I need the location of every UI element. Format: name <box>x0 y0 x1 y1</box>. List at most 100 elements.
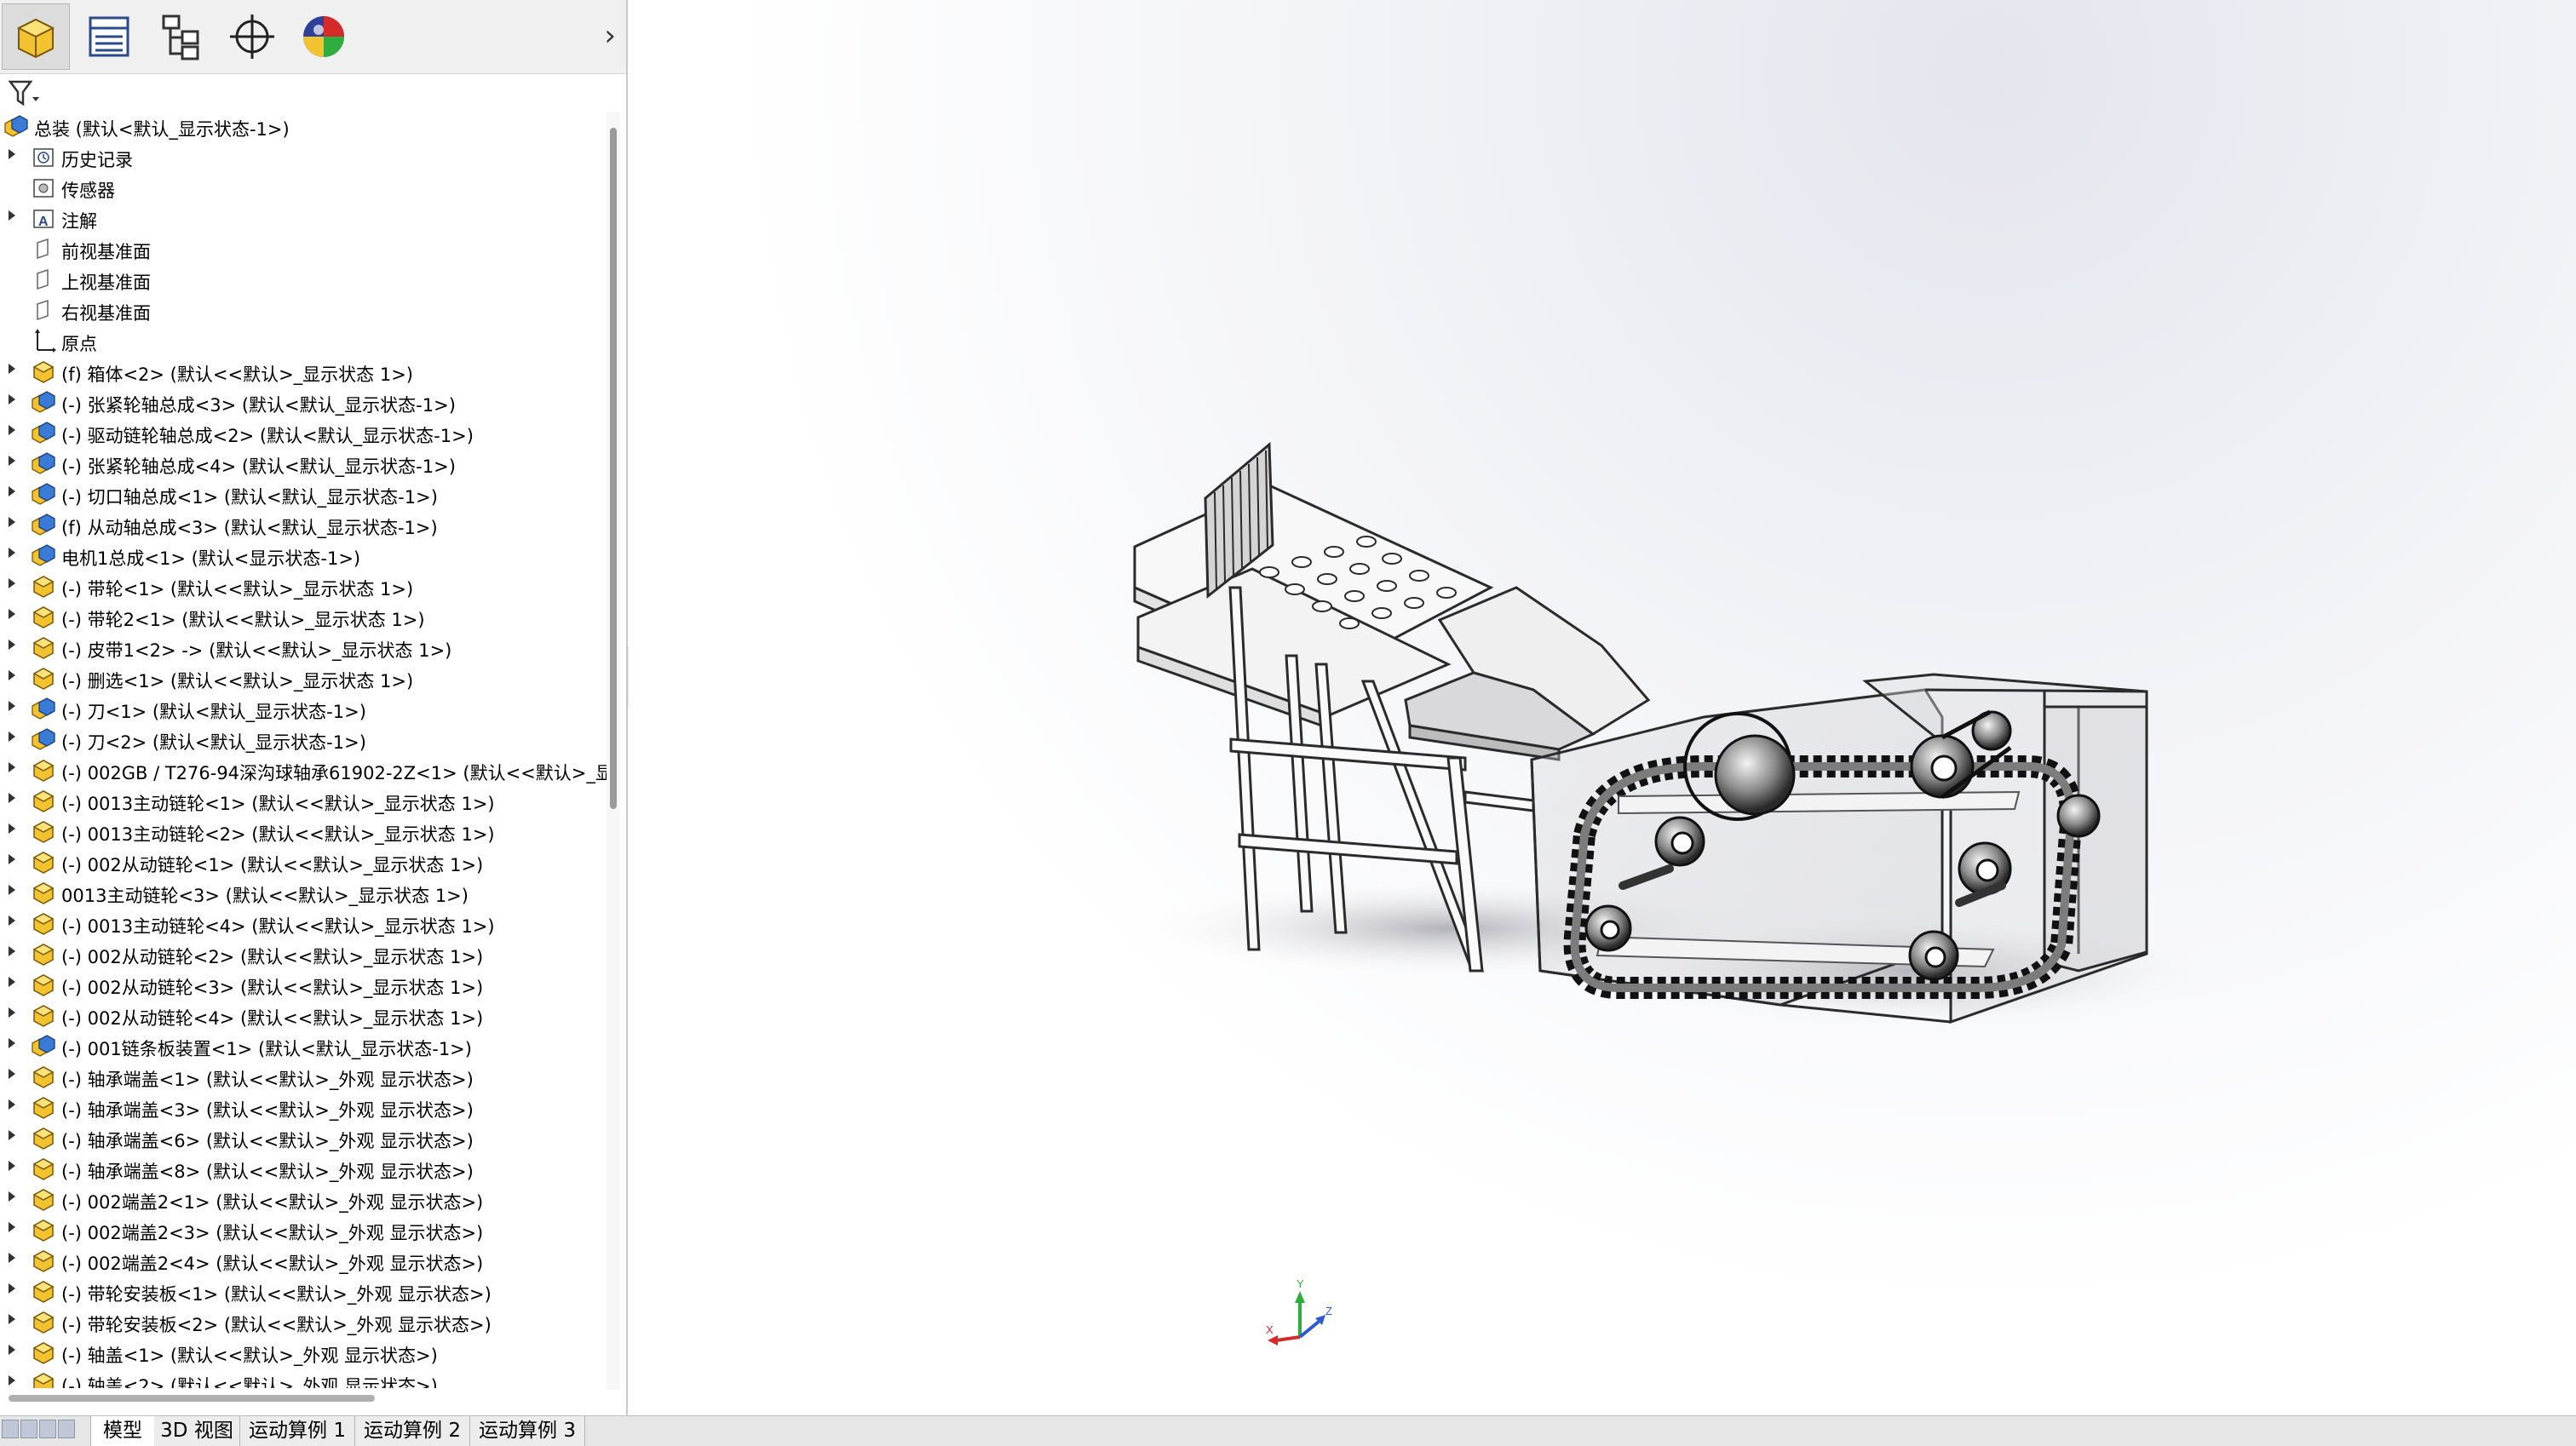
expand-triangle-icon[interactable] <box>9 1345 15 1355</box>
tree-item[interactable]: (-) 刀<1> (默认<默认_显示状态-1>) <box>0 693 607 724</box>
tree-item[interactable]: (-) 轴承端盖<6> (默认<<默认>_外观 显示状态>) <box>0 1122 607 1153</box>
tree-item[interactable]: (-) 皮带1<2> -> (默认<<默认>_显示状态 1>) <box>0 632 607 663</box>
expand-triangle-icon[interactable] <box>9 1283 15 1294</box>
tree-item[interactable]: (-) 002端盖2<4> (默认<<默认>_外观 显示状态>) <box>0 1245 607 1276</box>
prev-tab-button[interactable] <box>20 1420 37 1438</box>
expand-triangle-icon[interactable] <box>9 1007 15 1018</box>
expand-triangle-icon[interactable] <box>9 1222 15 1232</box>
tree-item[interactable]: (-) 0013主动链轮<2> (默认<<默认>_显示状态 1>) <box>0 816 607 846</box>
tree-item[interactable]: (-) 带轮<1> (默认<<默认>_显示状态 1>) <box>0 571 607 601</box>
configurationmanager-icon <box>162 14 199 60</box>
tab-motion-study-2[interactable]: 运动算例 2 <box>355 1416 470 1446</box>
expand-triangle-icon[interactable] <box>9 732 15 742</box>
expand-triangle-icon[interactable] <box>9 1253 15 1263</box>
tree-item[interactable]: 右视基准面 <box>0 295 607 325</box>
tree-item[interactable]: (-) 002端盖2<1> (默认<<默认>_外观 显示状态>) <box>0 1184 607 1214</box>
tree-item[interactable]: (-) 轴承端盖<8> (默认<<默认>_外观 显示状态>) <box>0 1153 607 1184</box>
expand-triangle-icon[interactable] <box>9 1375 15 1386</box>
tree-item[interactable]: (-) 张紧轮轴总成<4> (默认<默认_显示状态-1>) <box>0 448 607 479</box>
tree-item[interactable]: (-) 带轮2<1> (默认<<默认>_显示状态 1>) <box>0 601 607 632</box>
expand-triangle-icon[interactable] <box>9 1130 15 1140</box>
tab-model[interactable]: 模型 <box>90 1416 155 1446</box>
expand-triangle-icon[interactable] <box>9 1038 15 1048</box>
expand-triangle-icon[interactable] <box>9 1314 15 1324</box>
expand-triangle-icon[interactable] <box>9 548 15 558</box>
graphics-area[interactable]: Y X Z <box>629 0 2576 1415</box>
tree-item[interactable]: (-) 002端盖2<3> (默认<<默认>_外观 显示状态>) <box>0 1214 607 1245</box>
featuremanager-tab[interactable] <box>2 3 70 70</box>
chevron-right-icon[interactable]: › <box>604 19 616 53</box>
history-icon <box>31 144 56 169</box>
expand-triangle-icon[interactable] <box>9 640 15 650</box>
tab-3d-view[interactable]: 3D 视图 <box>154 1416 240 1446</box>
tab-motion-study-3[interactable]: 运动算例 3 <box>470 1416 585 1446</box>
tree-item[interactable]: 0013主动链轮<3> (默认<<默认>_显示状态 1>) <box>0 877 607 908</box>
expand-triangle-icon[interactable] <box>9 854 15 864</box>
dimxpert-tab[interactable] <box>218 3 286 70</box>
tree-root-assembly[interactable]: 总装 (默认<默认_显示状态-1>) <box>0 111 607 141</box>
last-tab-button[interactable] <box>58 1420 75 1438</box>
tree-item[interactable]: (-) 驱动链轮轴总成<2> (默认<默认_显示状态-1>) <box>0 417 607 448</box>
expand-triangle-icon[interactable] <box>9 425 15 435</box>
tree-item[interactable]: (-) 0013主动链轮<4> (默认<<默认>_显示状态 1>) <box>0 908 607 938</box>
expand-triangle-icon[interactable] <box>9 946 15 956</box>
display-manager-tab[interactable] <box>290 3 358 70</box>
first-tab-button[interactable] <box>2 1420 19 1438</box>
tree-item[interactable]: (-) 002从动链轮<1> (默认<<默认>_显示状态 1>) <box>0 846 607 877</box>
tree-item[interactable]: (-) 轴承端盖<1> (默认<<默认>_外观 显示状态>) <box>0 1061 607 1092</box>
expand-triangle-icon[interactable] <box>9 915 15 926</box>
expand-triangle-icon[interactable] <box>9 701 15 711</box>
tree-item[interactable]: 前视基准面 <box>0 233 607 264</box>
tree-horizontal-scrollbar[interactable] <box>9 1395 375 1402</box>
expand-triangle-icon[interactable] <box>9 762 15 772</box>
expand-triangle-icon[interactable] <box>9 149 15 159</box>
tree-scrollbar[interactable] <box>610 128 617 809</box>
tree-item[interactable]: (-) 0013主动链轮<1> (默认<<默认>_显示状态 1>) <box>0 785 607 816</box>
expand-triangle-icon[interactable] <box>9 823 15 834</box>
configurationmanager-tab[interactable] <box>147 3 215 70</box>
tree-item[interactable]: 原点 <box>0 325 607 356</box>
expand-triangle-icon[interactable] <box>9 670 15 680</box>
tree-item[interactable]: (-) 轴盖<2> (默认<<默认>_外观 显示状态>) <box>0 1368 607 1388</box>
tree-item[interactable]: (-) 带轮安装板<2> (默认<<默认>_外观 显示状态>) <box>0 1306 607 1337</box>
tree-item[interactable]: (-) 切口轴总成<1> (默认<默认_显示状态-1>) <box>0 479 607 509</box>
expand-triangle-icon[interactable] <box>9 517 15 527</box>
tree-item[interactable]: (-) 002GB / T276-94深沟球轴承61902-2Z<1> (默认<… <box>0 755 607 785</box>
tree-item[interactable]: 历史记录 <box>0 141 607 172</box>
tree-item[interactable]: (-) 轴承端盖<3> (默认<<默认>_外观 显示状态>) <box>0 1092 607 1122</box>
tree-item[interactable]: 上视基准面 <box>0 264 607 295</box>
expand-triangle-icon[interactable] <box>9 486 15 496</box>
assembly-model[interactable] <box>629 0 2576 1415</box>
next-tab-button[interactable] <box>39 1420 56 1438</box>
expand-triangle-icon[interactable] <box>9 1099 15 1110</box>
tree-item[interactable]: (-) 刀<2> (默认<默认_显示状态-1>) <box>0 724 607 755</box>
tree-item[interactable]: (-) 张紧轮轴总成<3> (默认<默认_显示状态-1>) <box>0 387 607 417</box>
expand-triangle-icon[interactable] <box>9 793 15 803</box>
expand-triangle-icon[interactable] <box>9 1161 15 1171</box>
expand-triangle-icon[interactable] <box>9 609 15 619</box>
tree-item[interactable]: (-) 002从动链轮<4> (默认<<默认>_显示状态 1>) <box>0 1000 607 1030</box>
tree-item[interactable]: (-) 轴盖<1> (默认<<默认>_外观 显示状态>) <box>0 1337 607 1368</box>
tree-item[interactable]: (f) 从动轴总成<3> (默认<默认_显示状态-1>) <box>0 509 607 540</box>
tree-item[interactable]: (-) 002从动链轮<2> (默认<<默认>_显示状态 1>) <box>0 938 607 969</box>
expand-triangle-icon[interactable] <box>9 210 15 221</box>
expand-triangle-icon[interactable] <box>9 1191 15 1202</box>
tree-item[interactable]: (-) 002从动链轮<3> (默认<<默认>_显示状态 1>) <box>0 969 607 1000</box>
tree-item[interactable]: A 注解 <box>0 203 607 233</box>
expand-triangle-icon[interactable] <box>9 977 15 987</box>
tree-item[interactable]: (-) 001链条板装置<1> (默认<默认_显示状态-1>) <box>0 1030 607 1061</box>
expand-triangle-icon[interactable] <box>9 456 15 466</box>
tree-item[interactable]: (-) 删选<1> (默认<<默认>_显示状态 1>) <box>0 663 607 693</box>
expand-triangle-icon[interactable] <box>9 885 15 895</box>
expand-triangle-icon[interactable] <box>9 578 15 588</box>
tree-item[interactable]: (f) 箱体<2> (默认<<默认>_显示状态 1>) <box>0 356 607 387</box>
expand-triangle-icon[interactable] <box>9 1069 15 1079</box>
expand-triangle-icon[interactable] <box>9 364 15 374</box>
propertymanager-tab[interactable] <box>75 3 143 70</box>
filter-icon[interactable] <box>7 78 41 109</box>
tree-item[interactable]: 传感器 <box>0 172 607 203</box>
expand-triangle-icon[interactable] <box>9 394 15 405</box>
tree-item[interactable]: 电机1总成<1> (默认<显示状态-1>) <box>0 540 607 571</box>
tab-motion-study-1[interactable]: 运动算例 1 <box>240 1416 355 1446</box>
tree-item[interactable]: (-) 带轮安装板<1> (默认<<默认>_外观 显示状态>) <box>0 1276 607 1306</box>
